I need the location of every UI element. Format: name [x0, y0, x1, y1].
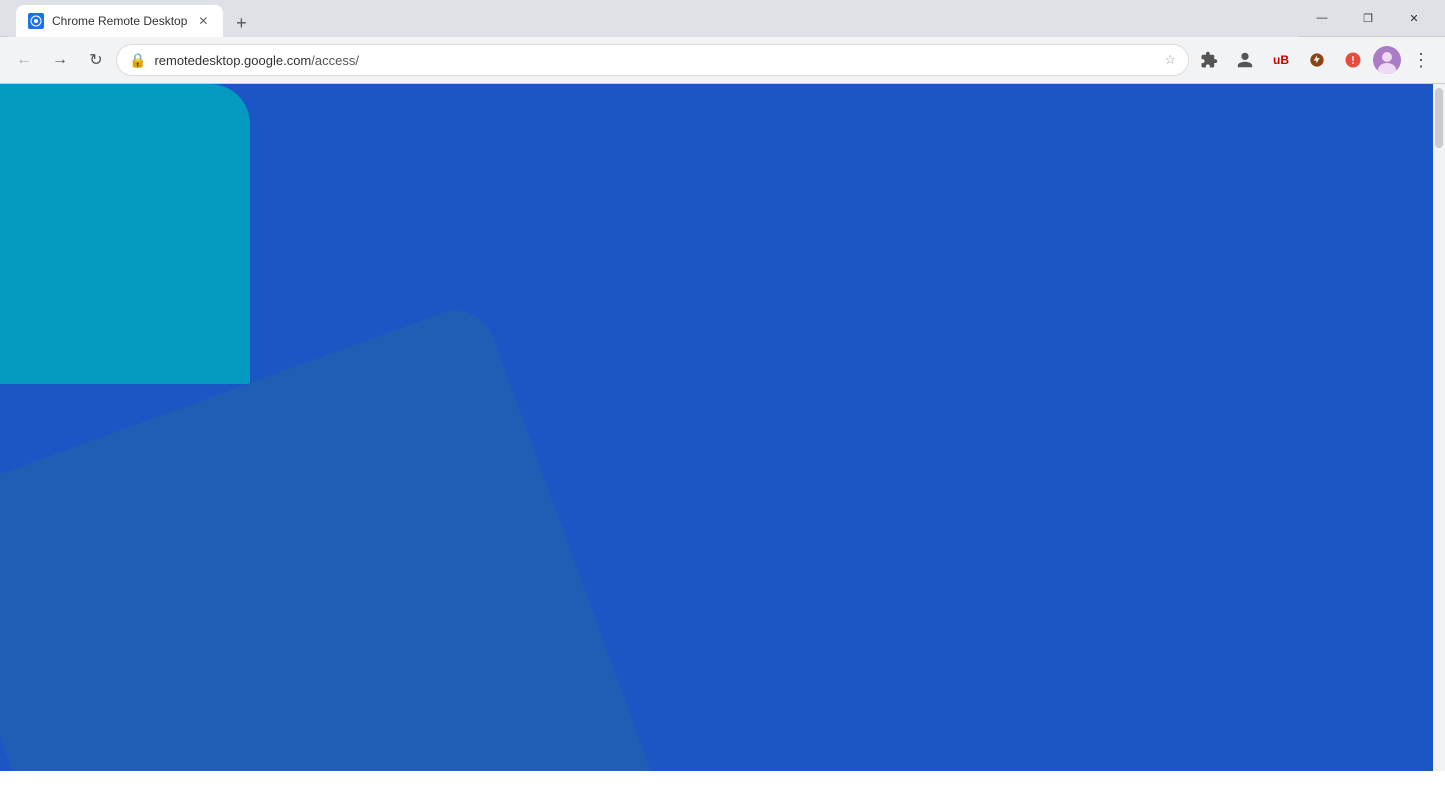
ublock-button[interactable]: uB — [1265, 44, 1297, 76]
window-controls: — ❐ ✕ — [1299, 0, 1437, 36]
reload-button[interactable]: ↻ — [80, 44, 112, 76]
chrome-menu-button[interactable]: ⋮ — [1405, 44, 1437, 76]
title-bar: Chrome Remote Desktop ✕ + — ❐ ✕ — [0, 0, 1445, 36]
crd-favicon-icon — [30, 15, 42, 27]
page-wrapper: chrome remote desktop — [0, 84, 1445, 771]
bg-teal-shape — [0, 84, 250, 384]
restore-button[interactable]: ❐ — [1345, 0, 1391, 36]
tab-bar: Chrome Remote Desktop ✕ + — [8, 0, 1299, 37]
address-path: /access/ — [311, 53, 359, 68]
user-icon-button[interactable] — [1229, 44, 1261, 76]
address-text: remotedesktop.google.com/access/ — [154, 53, 1156, 68]
extensions-button[interactable] — [1193, 44, 1225, 76]
another-ext2-button[interactable] — [1337, 44, 1369, 76]
new-tab-button[interactable]: + — [227, 9, 255, 37]
browser-chrome: Chrome Remote Desktop ✕ + — ❐ ✕ ← → ↻ 🔒 … — [0, 0, 1445, 84]
tab-favicon — [28, 13, 44, 29]
close-button[interactable]: ✕ — [1391, 0, 1437, 36]
avatar-image — [1373, 46, 1401, 74]
toolbar-right: uB ⋮ — [1193, 44, 1437, 76]
page-content: chrome remote desktop — [0, 84, 1433, 771]
lock-icon: 🔒 — [129, 52, 146, 69]
back-button[interactable]: ← — [8, 44, 40, 76]
profile-avatar[interactable] — [1373, 46, 1401, 74]
address-protocol: remotedesktop.google.com — [154, 53, 311, 68]
scrollbar-thumb[interactable] — [1435, 88, 1443, 148]
minimize-button[interactable]: — — [1299, 0, 1345, 36]
another-ext-button[interactable] — [1301, 44, 1333, 76]
ext-icon — [1309, 52, 1325, 68]
ext2-icon — [1344, 51, 1362, 69]
tab-title: Chrome Remote Desktop — [52, 14, 187, 28]
bookmark-icon[interactable]: ☆ — [1164, 52, 1176, 68]
forward-button[interactable]: → — [44, 44, 76, 76]
scrollbar-track — [1433, 84, 1445, 771]
user-silhouette-icon — [1236, 51, 1254, 69]
browser-toolbar: ← → ↻ 🔒 remotedesktop.google.com/access/… — [0, 36, 1445, 84]
address-bar[interactable]: 🔒 remotedesktop.google.com/access/ ☆ — [116, 44, 1189, 76]
browser-tab[interactable]: Chrome Remote Desktop ✕ — [16, 5, 223, 37]
extensions-icon — [1200, 51, 1218, 69]
tab-close-button[interactable]: ✕ — [195, 13, 211, 29]
